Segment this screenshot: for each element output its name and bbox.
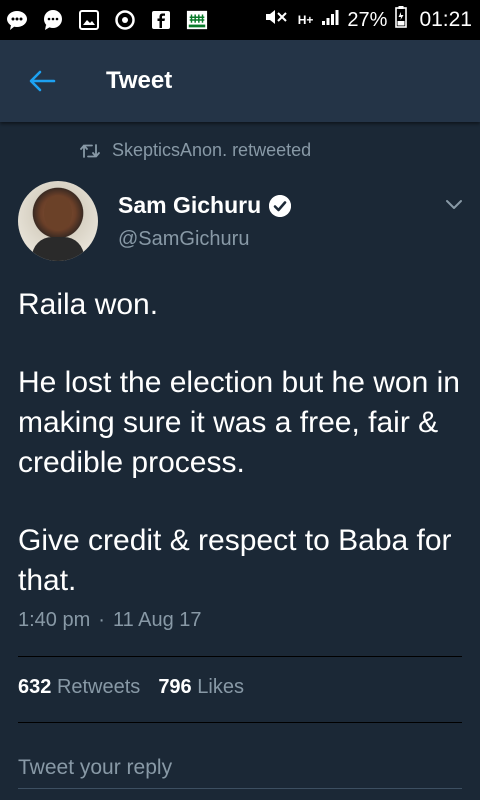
tweet-time: 1:40 pm: [18, 609, 91, 631]
facebook-icon: [150, 9, 172, 31]
author-name-row[interactable]: Sam Gichuru: [118, 192, 292, 219]
retweets-label: Retweets: [56, 676, 141, 698]
tweet-paragraph: Raila won.: [18, 288, 159, 321]
author-name: Sam Gichuru: [118, 192, 262, 218]
avatar-shirt: [32, 237, 84, 261]
tweet-options-button[interactable]: [442, 192, 466, 216]
chrome-icon: [114, 9, 136, 31]
mute-icon: [264, 7, 290, 33]
gallery-icon: [78, 9, 100, 31]
tweet-text: Raila won. He lost the election but he w…: [18, 285, 463, 639]
reply-input[interactable]: [18, 748, 462, 789]
page-title: Tweet: [106, 67, 173, 94]
battery-icon: [395, 6, 408, 34]
battery-percent: 27%: [347, 8, 388, 31]
divider: [18, 656, 462, 657]
system-indicators: H+ 27% 01:21: [264, 6, 472, 34]
retweet-context[interactable]: SkepticsAnon. retweeted: [80, 140, 311, 161]
avatar-face: [44, 195, 72, 231]
verified-badge-icon: [269, 194, 292, 217]
app-bar: Tweet: [0, 40, 480, 122]
tweet-date: 11 Aug 17: [112, 609, 202, 631]
tweet-paragraph: Give credit & respect to Baba for that.: [18, 524, 452, 597]
tweet-stats: 632 Retweets 796 Likes: [18, 676, 244, 699]
network-type-label: H+: [297, 12, 314, 27]
likes-label: Likes: [197, 676, 244, 698]
clock: 01:21: [419, 8, 472, 31]
likes-stat[interactable]: 796 Likes: [158, 676, 244, 699]
divider: [18, 722, 462, 723]
likes-count: 796: [158, 676, 192, 698]
avatar[interactable]: [18, 181, 98, 261]
retweets-count: 632: [18, 676, 52, 698]
chat-bubble-icon: [42, 9, 64, 31]
retweets-stat[interactable]: 632 Retweets: [18, 676, 140, 699]
status-bar: H+ 27% 01:21: [0, 0, 480, 40]
messenger-icon: [6, 9, 28, 31]
tweet-timestamp: 1:40 pm · 11 Aug 17: [18, 609, 202, 632]
app-icon: [186, 9, 208, 31]
back-button[interactable]: [20, 59, 64, 103]
signal-icon: [321, 8, 339, 32]
arrow-back-icon: [29, 70, 56, 92]
chevron-down-icon: [446, 200, 462, 209]
author-handle[interactable]: @SamGichuru: [118, 228, 249, 251]
timestamp-separator: ·: [98, 609, 105, 631]
retweet-icon: [80, 143, 100, 158]
tweet-paragraph: He lost the election but he won in makin…: [18, 366, 460, 479]
retweet-context-text: SkepticsAnon. retweeted: [112, 140, 312, 160]
notification-icons: [6, 9, 208, 31]
